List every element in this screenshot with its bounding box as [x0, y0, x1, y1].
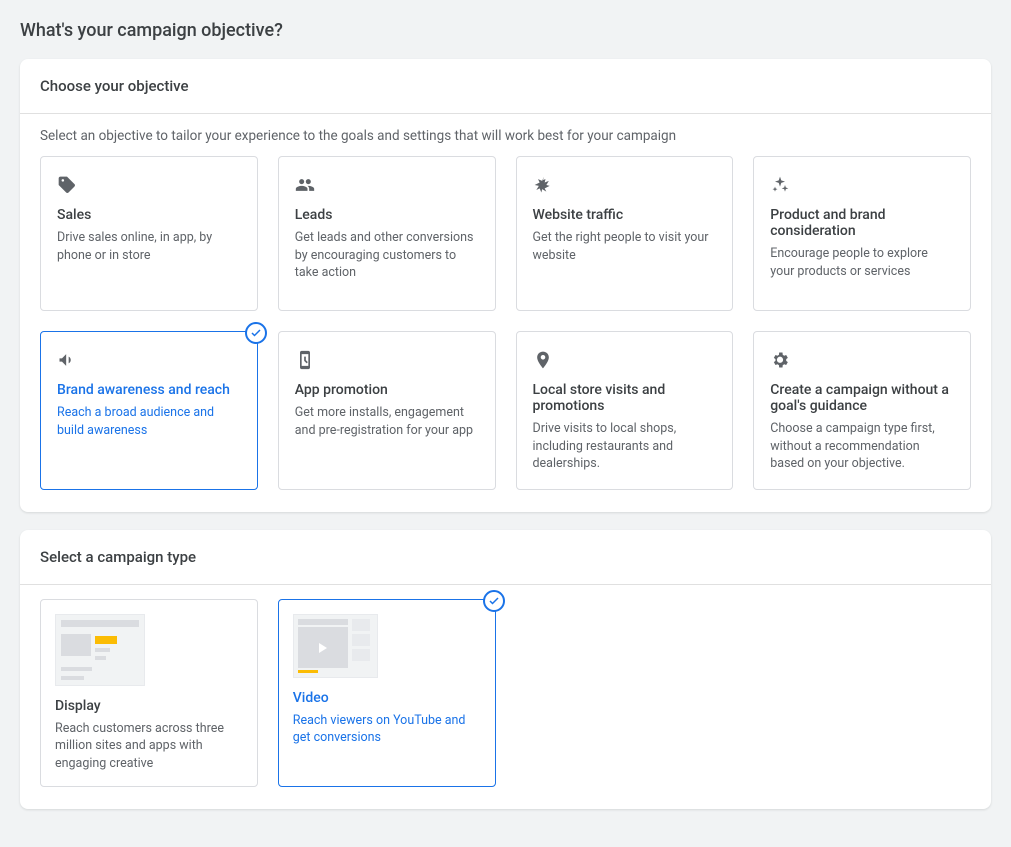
type-desc: Reach customers across three million sit…	[55, 720, 243, 773]
objective-card-create-a-campaign-without-a-goal-s-guidance[interactable]: Create a campaign without a goal's guida…	[753, 331, 971, 490]
card-title: Product and brand consideration	[770, 207, 954, 239]
card-desc: Drive visits to local shops, including r…	[533, 420, 717, 473]
card-desc: Get more installs, engagement and pre-re…	[295, 404, 479, 439]
card-title: Brand awareness and reach	[57, 382, 241, 398]
type-title: Video	[293, 690, 481, 706]
card-desc: Drive sales online, in app, by phone or …	[57, 229, 241, 264]
sparkle-icon	[770, 173, 954, 197]
card-title: Leads	[295, 207, 479, 223]
type-panel-header: Select a campaign type	[20, 530, 991, 585]
card-title: Local store visits and promotions	[533, 382, 717, 414]
card-desc: Reach a broad audience and build awarene…	[57, 404, 241, 439]
objective-panel: Choose your objective Select an objectiv…	[20, 59, 991, 512]
phone-icon	[295, 348, 479, 372]
gear-icon	[770, 348, 954, 372]
card-title: App promotion	[295, 382, 479, 398]
objective-card-leads[interactable]: Leads Get leads and other conversions by …	[278, 156, 496, 311]
card-title: Create a campaign without a goal's guida…	[770, 382, 954, 414]
type-grid: Display Reach customers across three mill…	[20, 599, 991, 810]
card-desc: Choose a campaign type first, without a …	[770, 420, 954, 473]
objective-grid: Sales Drive sales online, in app, by phon…	[20, 156, 991, 512]
type-card-video[interactable]: Video Reach viewers on YouTube and get co…	[278, 599, 496, 788]
card-title: Sales	[57, 207, 241, 223]
card-desc: Encourage people to explore your product…	[770, 245, 954, 280]
objective-card-brand-awareness-and-reach[interactable]: Brand awareness and reach Reach a broad a…	[40, 331, 258, 490]
type-desc: Reach viewers on YouTube and get convers…	[293, 712, 481, 747]
selected-check-icon	[483, 590, 505, 612]
type-panel: Select a campaign type Display Reach cust…	[20, 530, 991, 810]
card-desc: Get the right people to visit your websi…	[533, 229, 717, 264]
card-desc: Get leads and other conversions by encou…	[295, 229, 479, 282]
objective-card-local-store-visits-and-promotions[interactable]: Local store visits and promotions Drive v…	[516, 331, 734, 490]
video-thumbnail	[293, 614, 378, 678]
page-title: What's your campaign objective?	[20, 20, 991, 41]
click-icon	[533, 173, 717, 197]
pin-icon	[533, 348, 717, 372]
selected-check-icon	[245, 322, 267, 344]
objective-panel-subtext: Select an objective to tailor your exper…	[20, 114, 991, 156]
group-icon	[295, 173, 479, 197]
megaphone-icon	[57, 348, 241, 372]
objective-card-website-traffic[interactable]: Website traffic Get the right people to v…	[516, 156, 734, 311]
tag-icon	[57, 173, 241, 197]
type-card-display[interactable]: Display Reach customers across three mill…	[40, 599, 258, 788]
type-title: Display	[55, 698, 243, 714]
card-title: Website traffic	[533, 207, 717, 223]
objective-card-product-and-brand-consideration[interactable]: Product and brand consideration Encourage…	[753, 156, 971, 311]
display-thumbnail	[55, 614, 145, 686]
objective-card-sales[interactable]: Sales Drive sales online, in app, by phon…	[40, 156, 258, 311]
objective-panel-header: Choose your objective	[20, 59, 991, 114]
objective-card-app-promotion[interactable]: App promotion Get more installs, engageme…	[278, 331, 496, 490]
